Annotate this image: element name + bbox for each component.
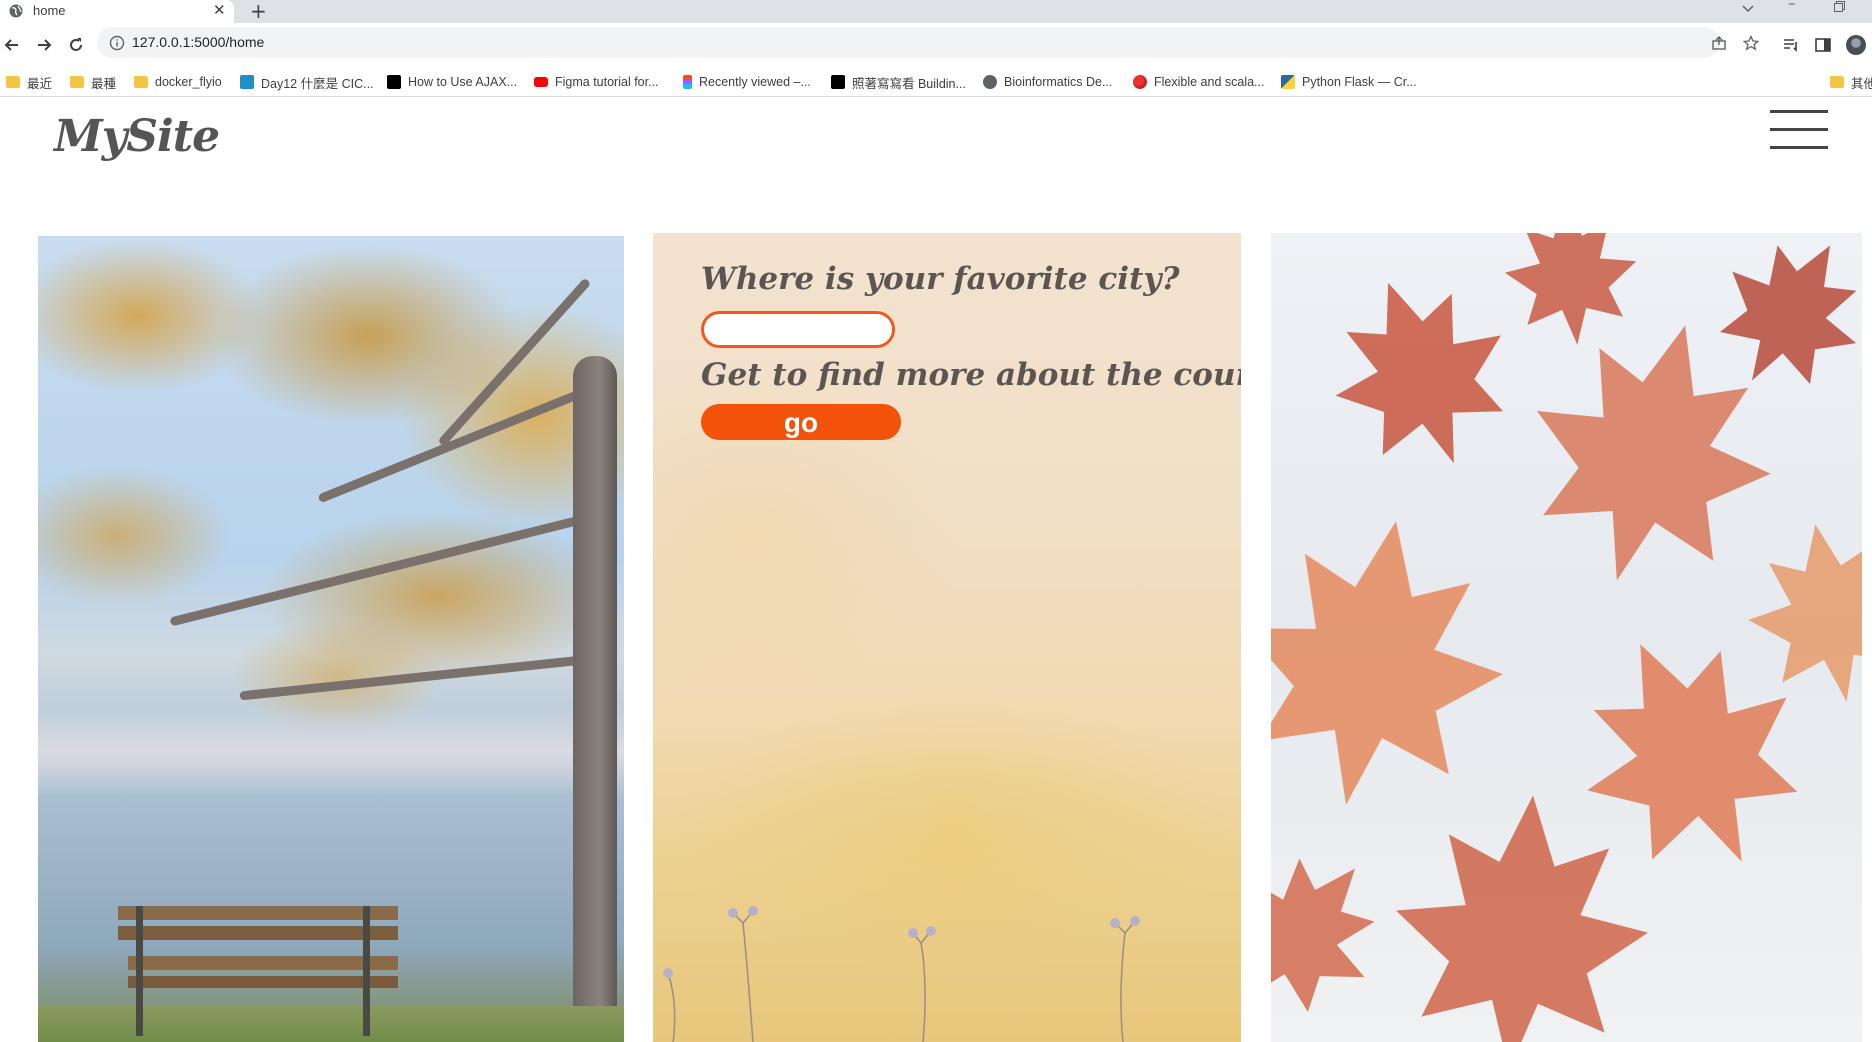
bookmark-item[interactable]: Python Flask — Cr...: [1281, 72, 1417, 92]
city-search-panel: Where is your favorite city? Get to find…: [653, 233, 1241, 1042]
window-minimize-button[interactable]: –: [1788, 0, 1796, 12]
folder-icon: [134, 76, 148, 88]
bookmark-item[interactable]: How to Use AJAX...: [387, 72, 517, 92]
address-bar[interactable]: 127.0.0.1:5000/home: [97, 27, 1759, 58]
globe-icon: [9, 4, 23, 18]
star-bookmark-icon[interactable]: [1743, 35, 1759, 51]
wildflowers-illustration: [663, 906, 1140, 1042]
city-input[interactable]: [701, 311, 895, 348]
autumn-tree-lake-bench-photo: [38, 236, 624, 1042]
youtube-icon: [534, 77, 548, 87]
figma-icon: [683, 75, 692, 89]
go-button[interactable]: go: [701, 404, 901, 440]
reading-list-icon[interactable]: [1782, 36, 1800, 54]
balloon-icon: [1133, 75, 1147, 89]
tab-title: home: [33, 3, 66, 18]
folder-icon: [6, 76, 20, 88]
ithome-icon: [240, 75, 254, 89]
new-tab-button[interactable]: +: [250, 0, 267, 23]
side-panel-icon[interactable]: [1814, 36, 1832, 54]
tab-search-chevron-icon[interactable]: [1740, 0, 1756, 16]
medium-icon: [387, 75, 401, 89]
browser-toolbar: 127.0.0.1:5000/home: [0, 23, 1872, 70]
back-arrow-icon[interactable]: [2, 35, 22, 55]
bookmark-item[interactable]: 最近: [6, 72, 52, 92]
page-content: MySite Where is your favorite city? Get …: [0, 97, 1872, 1042]
bookmark-item[interactable]: Recently viewed –...: [683, 72, 811, 92]
find-country-heading: Get to find more about the country.: [701, 357, 1241, 393]
bookmark-item[interactable]: Figma tutorial for...: [534, 72, 659, 92]
bookmark-item[interactable]: docker_flyio: [134, 72, 222, 92]
site-info-icon[interactable]: [109, 35, 125, 51]
bookmark-item[interactable]: 最種: [70, 72, 116, 92]
bookmark-item[interactable]: 其他: [1830, 72, 1872, 92]
url-text[interactable]: 127.0.0.1:5000/home: [132, 34, 264, 50]
share-icon[interactable]: [1711, 35, 1727, 51]
bookmarks-bar: 最近 最種 docker_flyio Day12 什麼是 CIC... How …: [0, 67, 1872, 97]
globe-icon: [983, 75, 997, 89]
bookmark-item[interactable]: Day12 什麼是 CIC...: [240, 72, 374, 92]
favorite-city-heading: Where is your favorite city?: [701, 261, 1180, 297]
maple-leaves-illustration: [1271, 233, 1862, 1042]
browser-tab[interactable]: home ✕: [0, 0, 234, 23]
tab-close-icon[interactable]: ✕: [213, 1, 226, 19]
hamburger-menu-icon[interactable]: [1770, 110, 1828, 150]
maple-leaves-photo: [1271, 233, 1862, 1042]
tab-strip: home ✕ + –: [0, 0, 1872, 23]
folder-icon: [70, 76, 84, 88]
bookmark-item[interactable]: Flexible and scala...: [1133, 72, 1264, 92]
bookmark-item[interactable]: Bioinformatics De...: [983, 72, 1112, 92]
forward-arrow-icon[interactable]: [34, 35, 54, 55]
bookmark-item[interactable]: 照著寫寫看 Buildin...: [831, 72, 966, 92]
profile-avatar[interactable]: [1846, 35, 1866, 55]
bench-illustration: [118, 906, 398, 1036]
pypi-icon: [1281, 75, 1295, 89]
reload-icon[interactable]: [66, 35, 86, 55]
medium-icon: [831, 75, 845, 89]
window-restore-button[interactable]: [1834, 1, 1845, 12]
folder-icon: [1830, 76, 1844, 88]
site-logo[interactable]: MySite: [54, 111, 220, 162]
